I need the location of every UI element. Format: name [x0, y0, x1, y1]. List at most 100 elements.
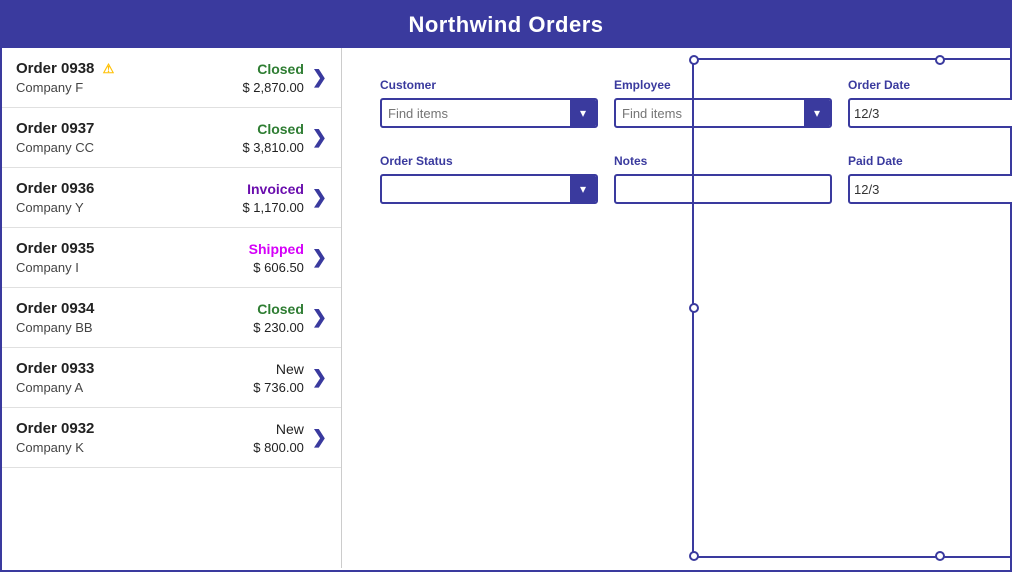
- order-title-row: Order 0934 Closed: [16, 300, 304, 317]
- order-item-content: Order 0936 Invoiced Company Y $ 1,170.00: [16, 180, 304, 215]
- resize-handle-top-center[interactable]: [935, 55, 945, 65]
- warning-icon: ⚠: [103, 61, 115, 76]
- paid-date-label: Paid Date: [848, 154, 1012, 168]
- order-status: Shipped: [249, 241, 304, 257]
- customer-filter: Customer ▾: [380, 78, 598, 142]
- order-company: Company A: [16, 380, 83, 395]
- order-item-0936[interactable]: Order 0936 Invoiced Company Y $ 1,170.00…: [2, 168, 341, 228]
- order-item-0935[interactable]: Order 0935 Shipped Company I $ 606.50 ❯: [2, 228, 341, 288]
- order-status: New: [276, 361, 304, 377]
- order-company-row: Company I $ 606.50: [16, 260, 304, 275]
- notes-label: Notes: [614, 154, 832, 168]
- customer-input-wrapper[interactable]: ▾: [380, 98, 598, 128]
- order-status: Invoiced: [247, 181, 304, 197]
- order-id: Order 0938 ⚠: [16, 60, 114, 77]
- notes-filter: Notes: [614, 154, 832, 204]
- order-title-row: Order 0935 Shipped: [16, 240, 304, 257]
- app-title: Northwind Orders: [408, 12, 603, 37]
- chevron-right-icon[interactable]: ❯: [312, 367, 327, 388]
- resize-handle-bot-center[interactable]: [935, 551, 945, 561]
- chevron-right-icon[interactable]: ❯: [312, 187, 327, 208]
- order-id: Order 0932: [16, 420, 94, 437]
- order-list[interactable]: Order 0938 ⚠ Closed Company F $ 2,870.00…: [2, 48, 342, 568]
- order-amount: $ 736.00: [253, 380, 304, 395]
- filter-grid: Customer ▾ Employee ▾ Order Da: [366, 68, 1012, 214]
- order-item-0937[interactable]: Order 0937 Closed Company CC $ 3,810.00 …: [2, 108, 341, 168]
- order-company: Company Y: [16, 200, 84, 215]
- order-item-0938[interactable]: Order 0938 ⚠ Closed Company F $ 2,870.00…: [2, 48, 341, 108]
- order-title-row: Order 0936 Invoiced: [16, 180, 304, 197]
- order-title-row: Order 0933 New: [16, 360, 304, 377]
- order-company-row: Company CC $ 3,810.00: [16, 140, 304, 155]
- order-item-content: Order 0932 New Company K $ 800.00: [16, 420, 304, 455]
- chevron-right-icon[interactable]: ❯: [312, 127, 327, 148]
- order-company-row: Company Y $ 1,170.00: [16, 200, 304, 215]
- order-id: Order 0936: [16, 180, 94, 197]
- employee-label: Employee: [614, 78, 832, 92]
- order-title-row: Order 0938 ⚠ Closed: [16, 60, 304, 77]
- order-title-row: Order 0937 Closed: [16, 120, 304, 137]
- order-company-row: Company F $ 2,870.00: [16, 80, 304, 95]
- order-id: Order 0935: [16, 240, 94, 257]
- order-title-row: Order 0932 New: [16, 420, 304, 437]
- employee-dropdown-button[interactable]: ▾: [804, 100, 830, 126]
- order-amount: $ 2,870.00: [242, 80, 303, 95]
- customer-label: Customer: [380, 78, 598, 92]
- app-header: Northwind Orders: [2, 2, 1010, 48]
- notes-input[interactable]: [614, 174, 832, 204]
- paid-date-input-wrapper[interactable]: ▦ ‹ ›: [848, 174, 1012, 204]
- order-date-filter: Order Date ▦ ‹ ›: [848, 78, 1012, 142]
- customer-dropdown-button[interactable]: ▾: [570, 100, 596, 126]
- order-date-input[interactable]: [850, 106, 1012, 121]
- main-layout: Order 0938 ⚠ Closed Company F $ 2,870.00…: [2, 48, 1010, 568]
- resize-handle-top-left[interactable]: [689, 55, 699, 65]
- paid-date-input[interactable]: [850, 182, 1012, 197]
- chevron-right-icon[interactable]: ❯: [312, 67, 327, 88]
- order-status-input[interactable]: [382, 182, 570, 197]
- order-date-label: Order Date: [848, 78, 1012, 92]
- order-amount: $ 1,170.00: [242, 200, 303, 215]
- order-item-content: Order 0934 Closed Company BB $ 230.00: [16, 300, 304, 335]
- chevron-right-icon[interactable]: ❯: [312, 247, 327, 268]
- paid-date-filter: Paid Date ▦ ‹ ›: [848, 154, 1012, 204]
- order-item-0933[interactable]: Order 0933 New Company A $ 736.00 ❯: [2, 348, 341, 408]
- filter-panel: Customer ▾ Employee ▾ Order Da: [342, 48, 1012, 568]
- order-status: Closed: [257, 121, 304, 137]
- order-status: Closed: [257, 301, 304, 317]
- chevron-right-icon[interactable]: ❯: [312, 307, 327, 328]
- employee-input-wrapper[interactable]: ▾: [614, 98, 832, 128]
- order-status-input-wrapper[interactable]: ▾: [380, 174, 598, 204]
- order-company-row: Company K $ 800.00: [16, 440, 304, 455]
- order-company-row: Company BB $ 230.00: [16, 320, 304, 335]
- order-status-dropdown-button[interactable]: ▾: [570, 176, 596, 202]
- order-item-0934[interactable]: Order 0934 Closed Company BB $ 230.00 ❯: [2, 288, 341, 348]
- order-item-0932[interactable]: Order 0932 New Company K $ 800.00 ❯: [2, 408, 341, 468]
- order-date-input-wrapper[interactable]: ▦ ‹ ›: [848, 98, 1012, 128]
- order-company: Company I: [16, 260, 79, 275]
- order-company: Company F: [16, 80, 83, 95]
- order-status-label: Order Status: [380, 154, 598, 168]
- order-amount: $ 3,810.00: [242, 140, 303, 155]
- app-container: Northwind Orders Order 0938 ⚠ Closed Com…: [0, 0, 1012, 572]
- order-company-row: Company A $ 736.00: [16, 380, 304, 395]
- chevron-right-icon[interactable]: ❯: [312, 427, 327, 448]
- resize-handle-bot-left[interactable]: [689, 551, 699, 561]
- employee-filter: Employee ▾: [614, 78, 832, 142]
- order-item-content: Order 0937 Closed Company CC $ 3,810.00: [16, 120, 304, 155]
- order-company: Company BB: [16, 320, 93, 335]
- order-amount: $ 606.50: [253, 260, 304, 275]
- order-status: New: [276, 421, 304, 437]
- resize-handle-mid-left[interactable]: [689, 303, 699, 313]
- customer-input[interactable]: [382, 106, 570, 121]
- order-status: Closed: [257, 61, 304, 77]
- order-amount: $ 800.00: [253, 440, 304, 455]
- order-company: Company K: [16, 440, 84, 455]
- order-amount: $ 230.00: [253, 320, 304, 335]
- order-id: Order 0937: [16, 120, 94, 137]
- order-item-content: Order 0938 ⚠ Closed Company F $ 2,870.00: [16, 60, 304, 95]
- order-item-content: Order 0933 New Company A $ 736.00: [16, 360, 304, 395]
- order-id: Order 0934: [16, 300, 94, 317]
- order-status-filter: Order Status ▾: [380, 154, 598, 204]
- order-id: Order 0933: [16, 360, 94, 377]
- employee-input[interactable]: [616, 106, 804, 121]
